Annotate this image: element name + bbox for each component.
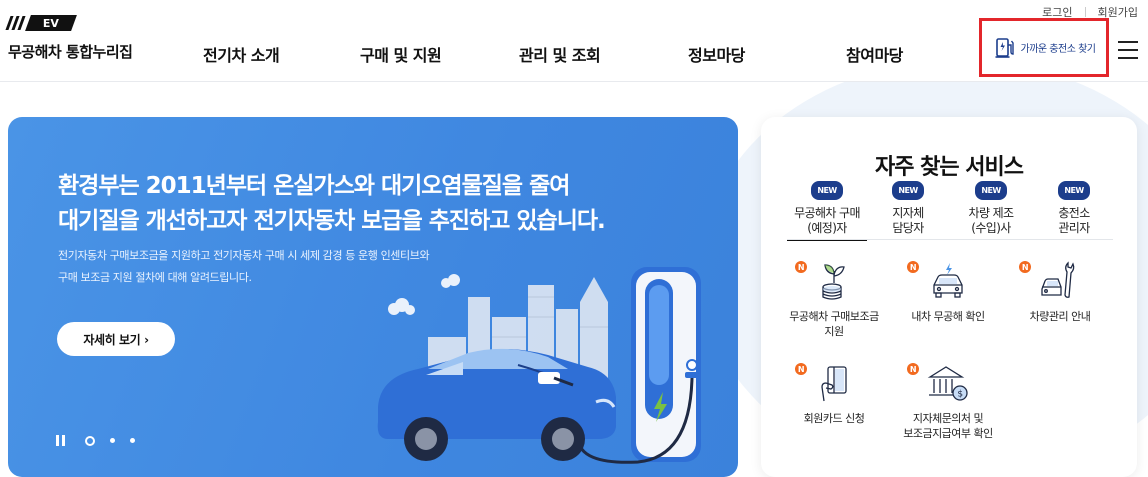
ev-logo-mark: EV — [5, 14, 168, 32]
tab-label: 관리자 — [1058, 221, 1090, 235]
service-label: 차량관리 안내 — [1029, 310, 1091, 323]
frequent-services-panel: 자주 찾는 서비스 NEW 무공해차 구매 (예정)자 NEW 지자체 담당자 … — [761, 117, 1137, 477]
new-badge: NEW — [811, 181, 843, 200]
services-title: 자주 찾는 서비스 — [875, 155, 1024, 180]
charging-station-icon — [995, 37, 1014, 58]
ev-charging-illustration — [377, 267, 701, 464]
nav-participation[interactable]: 참여마당 — [846, 42, 903, 66]
coin-plant-icon — [822, 264, 845, 300]
nav-purchase-support[interactable]: 구매 및 지원 — [360, 42, 442, 66]
tab-buyer[interactable]: NEW 무공해차 구매 (예정)자 — [787, 181, 867, 241]
slide-indicator-active[interactable] — [85, 435, 95, 446]
bank-icon: $ — [927, 366, 968, 401]
find-charging-station-button[interactable]: 가까운 충전소 찾기 — [979, 18, 1109, 77]
new-badge: NEW — [892, 181, 924, 200]
tab-local-gov[interactable]: NEW 지자체 담당자 — [871, 181, 945, 236]
slider-controls — [56, 435, 150, 446]
menu-line — [1118, 49, 1138, 51]
service-label: 내차 무공해 확인 — [911, 310, 985, 323]
logo-ev-box: EV — [25, 15, 77, 31]
tab-divider — [787, 239, 1113, 240]
service-label: 지원 — [824, 325, 844, 338]
service-check-my-car[interactable]: N 내차 무공해 확인 — [893, 259, 1003, 324]
pause-icon[interactable] — [56, 435, 65, 446]
service-label: 지자체문의처 및 — [912, 412, 984, 425]
n-badge: N — [795, 261, 807, 273]
service-vehicle-management[interactable]: N 차량관리 안내 — [1005, 259, 1115, 324]
nav-management-inquiry[interactable]: 관리 및 조회 — [519, 42, 601, 66]
hamburger-menu-icon[interactable] — [1118, 41, 1138, 59]
site-header: 로그인 회원가입 EV 무공해차 통합누리집 전기차 소개 구매 및 지원 관리… — [0, 0, 1148, 82]
service-local-gov-contact[interactable]: N $ 지자체문의처 및 보조금지급여부 확인 — [887, 361, 1009, 441]
n-badge: N — [907, 363, 919, 375]
service-label: 회원카드 신청 — [803, 412, 865, 425]
hero-banner: 환경부는 2011년부터 온실가스와 대기오염물질을 줄여 대기질을 개선하고자… — [8, 117, 738, 477]
menu-line — [1118, 57, 1138, 59]
hero-title-line: 대기질을 개선하고자 전기자동차 보급을 추진하고 있습니다. — [58, 208, 606, 234]
service-label: 무공해차 구매보조금 — [789, 310, 879, 323]
nav-ev-intro[interactable]: 전기차 소개 — [203, 42, 280, 66]
car-icon — [933, 263, 963, 298]
hero-title: 환경부는 2011년부터 온실가스와 대기오염물질을 줄여 대기질을 개선하고자… — [58, 169, 658, 239]
logo-ev-text: EV — [42, 16, 60, 30]
service-label: 보조금지급여부 확인 — [903, 427, 993, 440]
n-badge: N — [907, 261, 919, 273]
tab-label: 지자체 — [892, 206, 924, 220]
new-badge: NEW — [1058, 181, 1090, 200]
divider — [1084, 7, 1086, 17]
find-charging-station-label: 가까운 충전소 찾기 — [1020, 44, 1096, 55]
tab-label: (예정)자 — [807, 221, 847, 235]
n-badge: N — [795, 363, 807, 375]
tab-label: 충전소 — [1058, 206, 1090, 220]
slide-indicator[interactable] — [110, 438, 115, 443]
tab-label: 담당자 — [892, 221, 924, 235]
card-hand-icon — [821, 366, 847, 402]
menu-line — [1118, 41, 1138, 43]
tab-station-admin[interactable]: NEW 충전소 관리자 — [1037, 181, 1111, 236]
tab-label: 무공해차 구매 — [794, 206, 860, 220]
main-nav: 전기차 소개 구매 및 지원 관리 및 조회 정보마당 참여마당 — [0, 42, 940, 66]
service-subsidy[interactable]: N 무공해차 구매보조금 지원 — [779, 259, 889, 339]
car-wrench-icon — [1041, 261, 1075, 298]
hero-detail-button[interactable]: 자세히 보기 › — [57, 322, 175, 356]
page: 로그인 회원가입 EV 무공해차 통합누리집 전기차 소개 구매 및 지원 관리… — [0, 0, 1148, 477]
tab-label: 차량 제조 — [968, 206, 1015, 220]
service-member-card[interactable]: N 회원카드 신청 — [779, 361, 889, 426]
tab-manufacturer[interactable]: NEW 차량 제조 (수입)사 — [953, 181, 1029, 236]
n-badge: N — [1019, 261, 1031, 273]
tab-label: (수입)사 — [971, 221, 1011, 235]
hero-title-line: 환경부는 2011년부터 온실가스와 대기오염물질을 줄여 — [58, 173, 570, 199]
svg-text:$: $ — [957, 390, 962, 400]
slide-indicator[interactable] — [130, 438, 135, 443]
nav-info[interactable]: 정보마당 — [688, 42, 745, 66]
new-badge: NEW — [975, 181, 1007, 200]
